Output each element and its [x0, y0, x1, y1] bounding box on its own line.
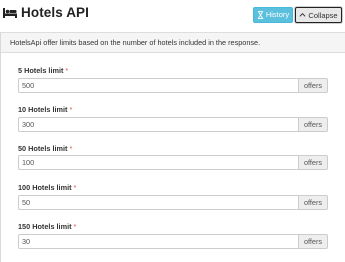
- field-label-10-hotels: 10 Hotels limit *: [18, 105, 72, 114]
- offers-addon: offers: [298, 155, 328, 170]
- required-marker: *: [65, 66, 69, 75]
- field-group-50-hotels: offers: [18, 155, 328, 170]
- offers-addon: offers: [298, 234, 328, 249]
- limit-input-50-hotels[interactable]: [18, 155, 298, 170]
- chevron-up-icon: [299, 12, 306, 17]
- field-label-text: 150 Hotels limit: [18, 222, 72, 231]
- offers-addon: offers: [298, 195, 328, 210]
- required-marker: *: [73, 222, 77, 231]
- field-label-text: 50 Hotels limit: [18, 144, 68, 153]
- field-label-text: 10 Hotels limit: [18, 105, 68, 114]
- limit-input-5-hotels[interactable]: [18, 78, 298, 93]
- history-button[interactable]: History: [253, 7, 293, 23]
- limit-input-100-hotels[interactable]: [18, 195, 298, 210]
- page-title: Hotels API: [3, 5, 89, 20]
- offers-addon: offers: [298, 78, 328, 93]
- bed-icon: [3, 7, 17, 18]
- required-marker: *: [73, 183, 77, 192]
- field-label-text: 5 Hotels limit: [18, 66, 64, 75]
- field-group-5-hotels: offers: [18, 78, 328, 93]
- field-label-100-hotels: 100 Hotels limit *: [18, 183, 76, 192]
- offers-addon: offers: [298, 117, 328, 132]
- field-group-100-hotels: offers: [18, 195, 328, 210]
- hotels-api-panel: HotelsApi offer limits based on the numb…: [0, 32, 345, 262]
- collapse-button-label: Collapse: [308, 10, 338, 20]
- required-marker: *: [69, 105, 73, 114]
- field-label-text: 100 Hotels limit: [18, 183, 72, 192]
- field-label-5-hotels: 5 Hotels limit *: [18, 66, 68, 75]
- field-label-150-hotels: 150 Hotels limit *: [18, 222, 76, 231]
- limit-input-10-hotels[interactable]: [18, 117, 298, 132]
- field-group-10-hotels: offers: [18, 117, 328, 132]
- history-button-label: History: [265, 10, 290, 19]
- page-header: Hotels API History Collapse: [0, 0, 345, 30]
- collapse-button[interactable]: Collapse: [295, 7, 342, 23]
- limit-input-150-hotels[interactable]: [18, 234, 298, 249]
- page-title-text: Hotels API: [21, 5, 90, 20]
- hourglass-icon: [257, 11, 263, 19]
- required-marker: *: [69, 144, 73, 153]
- panel-description: HotelsApi offer limits based on the numb…: [1, 32, 345, 53]
- field-label-50-hotels: 50 Hotels limit *: [18, 144, 72, 153]
- field-group-150-hotels: offers: [18, 234, 328, 249]
